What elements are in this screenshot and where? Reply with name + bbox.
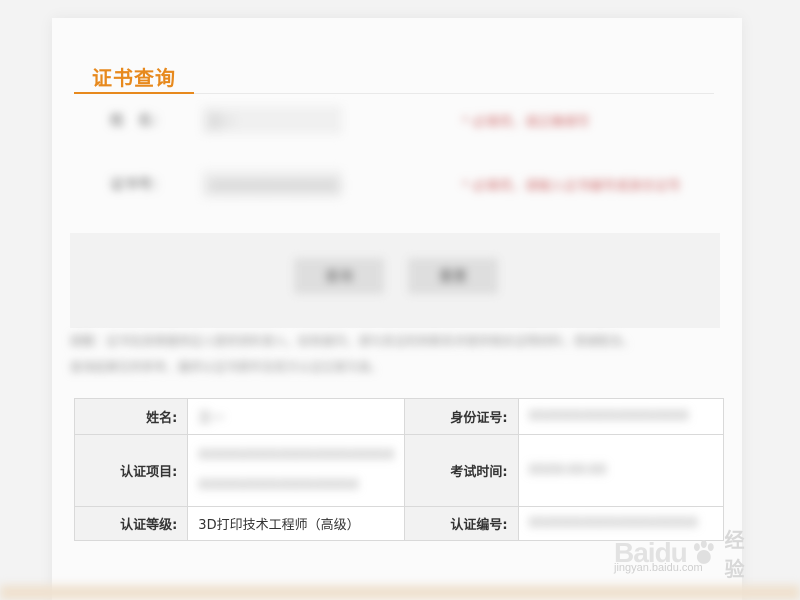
form-row-cert-no: 证书号： XXXXXXXXXXXXXXXX * 必填项，请输入证书编号或身份证号 — [52, 164, 742, 204]
notice-line-2: 查询结果仅供参考，最终以证书原件及官方认证记录为准。 — [70, 360, 383, 374]
name-input[interactable]: 王一 — [202, 106, 342, 134]
name-label: 姓名: — [73, 398, 189, 435]
exam-time-value-cell: XXXX-XX-XX — [517, 434, 725, 507]
name-field-label: 姓 名： — [110, 113, 166, 129]
project-value-cell: XXXXXXXXXXXXXXXXXXXXXX XXXXXXXXXXXXXXXXX… — [187, 434, 406, 507]
section-header: 证书查询 — [74, 38, 714, 94]
table-row: 认证项目: XXXXXXXXXXXXXXXXXXXXXX XXXXXXXXXXX… — [73, 434, 725, 507]
page-title: 证书查询 — [92, 66, 176, 90]
baidu-jingyan-watermark: Baidu 经验 jingyan.baidu.com — [614, 512, 764, 592]
level-label: 认证等级: — [73, 506, 189, 541]
form-row-name: 姓 名： 王一 * 必填项，请正确填写 — [52, 100, 742, 140]
cert-no-label: 认证编号: — [404, 506, 519, 541]
level-value: 3D打印技术工程师（高级） — [187, 506, 406, 541]
project-value-line-2: XXXXXXXXXXXXXXXXXX — [198, 477, 359, 493]
notice-line-1: 提醒：证书信息根据持证人提供资料录入，如有疑问，请与发证机构联系并提供相关证明材… — [70, 334, 635, 348]
id-number-value: XXXXXXXXXXXXXXXXXX — [528, 409, 689, 424]
project-value-line-1: XXXXXXXXXXXXXXXXXXXXXX — [198, 447, 395, 463]
watermark-cn: 经验 — [724, 528, 745, 581]
query-button[interactable]: 查询 — [294, 258, 384, 294]
notice-text: 提醒：证书信息根据持证人提供资料录入，如有疑问，请与发证机构联系并提供相关证明材… — [70, 328, 720, 388]
title-underline — [74, 92, 194, 94]
exam-time-value: XXXX-XX-XX — [528, 463, 607, 478]
name-field-hint: * 必填项，请正确填写 — [462, 114, 590, 130]
name-value-cell: 王一 — [187, 398, 406, 435]
id-number-label: 身份证号: — [404, 398, 519, 435]
cert-no-field-hint: * 必填项，请输入证书编号或身份证号 — [462, 178, 681, 194]
cert-no-input[interactable]: XXXXXXXXXXXXXXXX — [202, 170, 342, 198]
reset-button[interactable]: 重置 — [408, 258, 498, 294]
cert-no-field-label: 证书号： — [110, 177, 166, 193]
project-label: 认证项目: — [73, 434, 189, 507]
id-number-value-cell: XXXXXXXXXXXXXXXXXX — [517, 398, 725, 435]
name-value: 王一 — [198, 411, 225, 426]
table-row: 姓名: 王一 身份证号: XXXXXXXXXXXXXXXXXX — [73, 398, 725, 435]
exam-time-label: 考试时间: — [404, 434, 519, 507]
watermark-url: jingyan.baidu.com — [614, 562, 703, 574]
button-area — [70, 233, 720, 328]
